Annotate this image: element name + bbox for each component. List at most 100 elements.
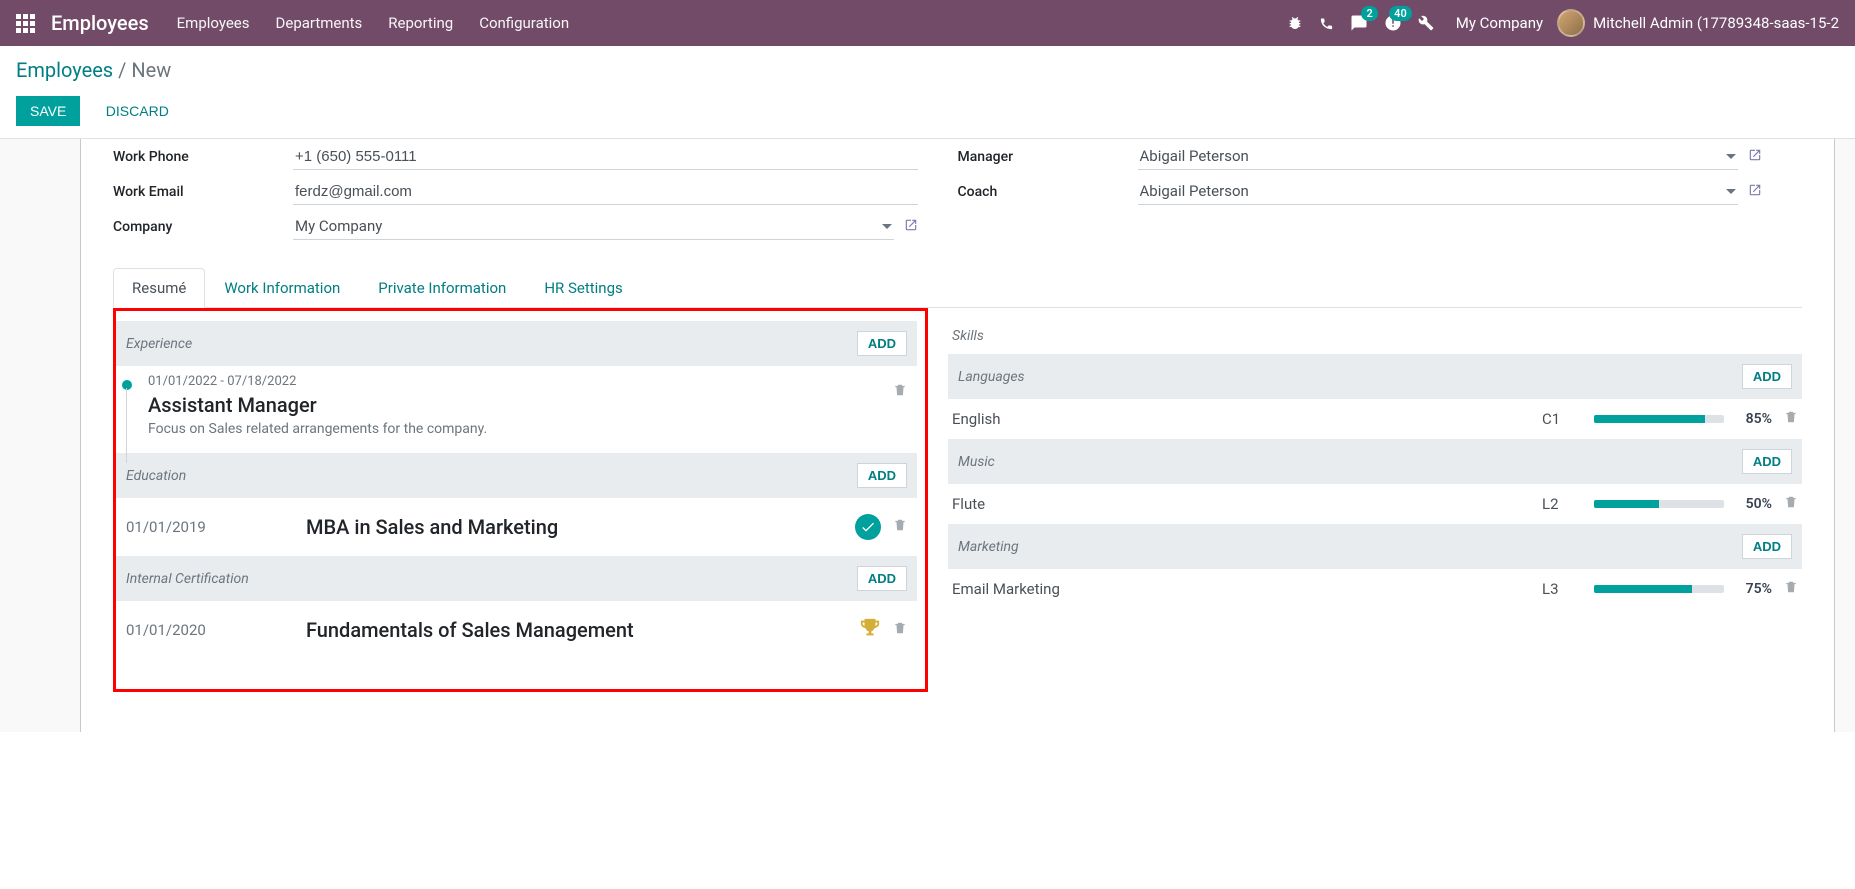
skill-group-label: Music	[958, 454, 995, 470]
experience-label: Experience	[126, 336, 192, 352]
skill-group-label: Languages	[958, 369, 1025, 385]
skill-percent: 50%	[1736, 496, 1772, 512]
skill-percent: 75%	[1736, 581, 1772, 597]
control-panel: Employees / New SAVE DISCARD	[0, 46, 1855, 139]
company-field[interactable]: My Company	[293, 213, 894, 240]
trash-icon[interactable]	[1784, 409, 1798, 429]
breadcrumb-root[interactable]: Employees	[16, 58, 113, 82]
skill-name: English	[952, 410, 1530, 428]
add-education-button[interactable]: ADD	[857, 463, 907, 488]
nav-departments[interactable]: Departments	[276, 14, 363, 32]
tab-hr-settings[interactable]: HR Settings	[525, 268, 641, 307]
external-link-icon[interactable]	[904, 218, 918, 236]
experience-role: Assistant Manager	[148, 393, 487, 417]
add-experience-button[interactable]: ADD	[857, 331, 907, 356]
form-sheet: Work Phone Manager Abigail Peterson Work…	[80, 139, 1835, 732]
skill-level: L2	[1542, 495, 1582, 513]
add-skill-button[interactable]: ADD	[1742, 534, 1792, 559]
tabs: Resumé Work Information Private Informat…	[113, 268, 1802, 308]
coach-field[interactable]: Abigail Peterson	[1138, 178, 1739, 205]
user-name: Mitchell Admin (17789348-saas-15-2	[1593, 14, 1839, 32]
tools-icon[interactable]	[1418, 15, 1434, 31]
discard-button[interactable]: DISCARD	[92, 96, 183, 126]
skill-group-marketing: Marketing ADD	[948, 524, 1802, 569]
skill-level: L3	[1542, 580, 1582, 598]
add-certification-button[interactable]: ADD	[857, 566, 907, 591]
skill-progress	[1594, 415, 1724, 423]
trash-icon[interactable]	[893, 517, 907, 537]
company-label: Company	[113, 219, 293, 235]
skills-label: Skills	[948, 328, 1802, 344]
tab-private-info[interactable]: Private Information	[359, 268, 525, 307]
debug-icon[interactable]	[1287, 15, 1303, 31]
skill-group-label: Marketing	[958, 539, 1019, 555]
coach-label: Coach	[958, 184, 1138, 200]
skill-progress	[1594, 585, 1724, 593]
skill-name: Flute	[952, 495, 1530, 513]
education-date: 01/01/2019	[126, 518, 306, 536]
education-title: MBA in Sales and Marketing	[306, 515, 855, 539]
education-header: Education ADD	[116, 453, 917, 498]
navbar: Employees Employees Departments Reportin…	[0, 0, 1855, 46]
phone-icon[interactable]	[1319, 16, 1334, 31]
breadcrumb-current: New	[131, 58, 171, 82]
add-skill-button[interactable]: ADD	[1742, 364, 1792, 389]
activities-icon[interactable]: 40	[1384, 14, 1402, 32]
skill-name: Email Marketing	[952, 580, 1530, 598]
certification-label: Internal Certification	[126, 571, 249, 587]
add-skill-button[interactable]: ADD	[1742, 449, 1792, 474]
work-phone-label: Work Phone	[113, 149, 293, 165]
certification-item: 01/01/2020 Fundamentals of Sales Managem…	[116, 601, 917, 659]
trash-icon[interactable]	[893, 386, 907, 402]
trash-icon[interactable]	[893, 620, 907, 640]
education-label: Education	[126, 468, 186, 484]
certification-header: Internal Certification ADD	[116, 556, 917, 601]
skill-group-music: Music ADD	[948, 439, 1802, 484]
chevron-down-icon	[1726, 154, 1736, 159]
certification-title: Fundamentals of Sales Management	[306, 618, 859, 642]
chevron-down-icon	[882, 224, 892, 229]
messages-icon[interactable]: 2	[1350, 14, 1368, 32]
work-email-label: Work Email	[113, 184, 293, 200]
experience-item: 01/01/2022 - 07/18/2022 Assistant Manage…	[116, 366, 917, 453]
skill-item: English C1 85%	[948, 399, 1802, 439]
breadcrumb: Employees / New	[16, 58, 1839, 82]
skill-percent: 85%	[1736, 411, 1772, 427]
experience-desc: Focus on Sales related arrangements for …	[148, 421, 487, 437]
skills-panel: Skills Languages ADD English C1 85% Musi…	[948, 308, 1802, 692]
external-link-icon[interactable]	[1748, 148, 1762, 166]
work-email-field[interactable]	[293, 179, 918, 205]
company-selector[interactable]: My Company	[1456, 14, 1543, 32]
work-phone-field[interactable]	[293, 144, 918, 170]
nav-employees[interactable]: Employees	[177, 14, 250, 32]
manager-label: Manager	[958, 149, 1138, 165]
brand: Employees	[51, 11, 149, 35]
save-button[interactable]: SAVE	[16, 96, 80, 126]
avatar	[1557, 9, 1585, 37]
trash-icon[interactable]	[1784, 579, 1798, 599]
nav-reporting[interactable]: Reporting	[388, 14, 453, 32]
activities-badge: 40	[1389, 6, 1412, 21]
tab-work-info[interactable]: Work Information	[205, 268, 359, 307]
skill-progress	[1594, 500, 1724, 508]
timeline-dot-icon	[122, 380, 132, 390]
messages-badge: 2	[1361, 6, 1377, 21]
apps-icon[interactable]	[16, 14, 35, 33]
skill-item: Email Marketing L3 75%	[948, 569, 1802, 609]
skill-level: C1	[1542, 410, 1582, 428]
check-icon	[855, 514, 881, 540]
breadcrumb-sep: /	[118, 58, 131, 82]
tab-resume[interactable]: Resumé	[113, 268, 205, 308]
manager-field[interactable]: Abigail Peterson	[1138, 143, 1739, 170]
nav-configuration[interactable]: Configuration	[479, 14, 569, 32]
experience-header: Experience ADD	[116, 321, 917, 366]
chevron-down-icon	[1726, 189, 1736, 194]
skill-item: Flute L2 50%	[948, 484, 1802, 524]
user-menu[interactable]: Mitchell Admin (17789348-saas-15-2	[1557, 9, 1839, 37]
experience-dates: 01/01/2022 - 07/18/2022	[148, 374, 487, 389]
external-link-icon[interactable]	[1748, 183, 1762, 201]
education-item: 01/01/2019 MBA in Sales and Marketing	[116, 498, 917, 556]
trophy-icon	[859, 617, 881, 643]
trash-icon[interactable]	[1784, 494, 1798, 514]
certification-date: 01/01/2020	[126, 621, 306, 639]
